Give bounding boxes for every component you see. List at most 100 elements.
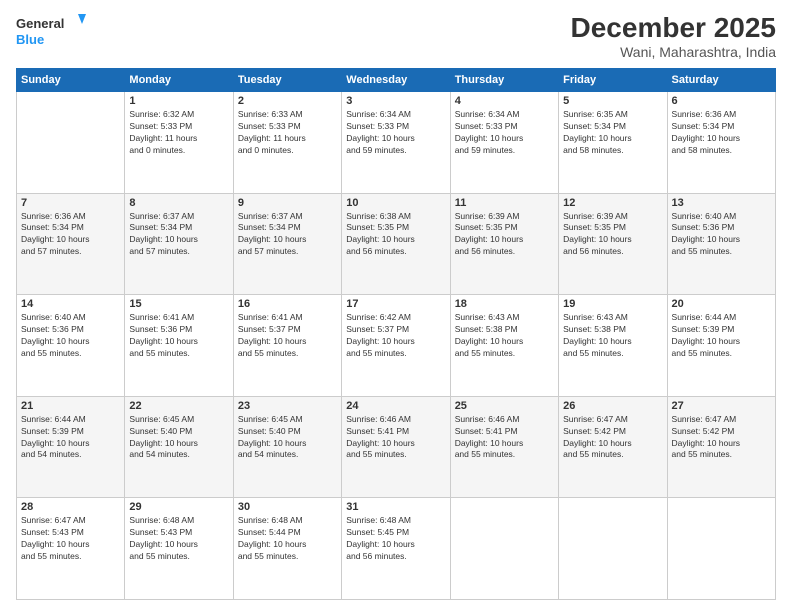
day-cell: 28 Sunrise: 6:47 AMSunset: 5:43 PMDayligh… [17,498,125,600]
day-number: 23 [238,400,337,412]
day-info: Sunrise: 6:45 AMSunset: 5:40 PMDaylight:… [238,414,337,462]
day-cell: 17Sunrise: 6:42 AMSunset: 5:37 PMDayligh… [342,295,450,397]
day-number: 14 [21,298,120,310]
day-cell: 18Sunrise: 6:43 AMSunset: 5:38 PMDayligh… [450,295,558,397]
day-number: 1 [129,95,228,107]
day-info: Sunrise: 6:41 AMSunset: 5:36 PMDaylight:… [129,312,228,360]
day-cell: 9 Sunrise: 6:37 AMSunset: 5:34 PMDaylight… [233,193,341,295]
week-row-3: 21 Sunrise: 6:44 AMSunset: 5:39 PMDayligh… [17,396,776,498]
day-cell: 25 Sunrise: 6:46 AMSunset: 5:41 PMDayligh… [450,396,558,498]
day-cell: 16Sunrise: 6:41 AMSunset: 5:37 PMDayligh… [233,295,341,397]
day-cell: 4Sunrise: 6:34 AMSunset: 5:33 PMDaylight… [450,92,558,194]
day-info: Sunrise: 6:42 AMSunset: 5:37 PMDaylight:… [346,312,445,360]
day-header-friday: Friday [559,69,667,92]
day-cell: 27 Sunrise: 6:47 AMSunset: 5:42 PMDayligh… [667,396,775,498]
day-number: 11 [455,197,554,209]
day-number: 27 [672,400,771,412]
page: General Blue December 2025 Wani, Maharas… [0,0,792,612]
day-info: Sunrise: 6:46 AMSunset: 5:41 PMDaylight:… [346,414,445,462]
day-info: Sunrise: 6:37 AMSunset: 5:34 PMDaylight:… [129,211,228,259]
day-number: 8 [129,197,228,209]
day-header-sunday: Sunday [17,69,125,92]
day-info: Sunrise: 6:44 AMSunset: 5:39 PMDaylight:… [672,312,771,360]
day-cell: 24 Sunrise: 6:46 AMSunset: 5:41 PMDayligh… [342,396,450,498]
day-info: Sunrise: 6:47 AMSunset: 5:42 PMDaylight:… [563,414,662,462]
week-row-0: 1 Sunrise: 6:32 AMSunset: 5:33 PMDaylight… [17,92,776,194]
day-number: 13 [672,197,771,209]
day-info: Sunrise: 6:40 AMSunset: 5:36 PMDaylight:… [672,211,771,259]
day-cell: 3Sunrise: 6:34 AMSunset: 5:33 PMDaylight… [342,92,450,194]
day-number: 5 [563,95,662,107]
day-header-tuesday: Tuesday [233,69,341,92]
day-cell: 7Sunrise: 6:36 AMSunset: 5:34 PMDaylight… [17,193,125,295]
day-info: Sunrise: 6:48 AMSunset: 5:45 PMDaylight:… [346,515,445,563]
day-number: 15 [129,298,228,310]
day-number: 7 [21,197,120,209]
day-info: Sunrise: 6:36 AMSunset: 5:34 PMDaylight:… [672,109,771,157]
day-cell: 19 Sunrise: 6:43 AMSunset: 5:38 PMDayligh… [559,295,667,397]
day-header-monday: Monday [125,69,233,92]
day-info: Sunrise: 6:43 AMSunset: 5:38 PMDaylight:… [563,312,662,360]
day-header-wednesday: Wednesday [342,69,450,92]
day-number: 19 [563,298,662,310]
day-info: Sunrise: 6:37 AMSunset: 5:34 PMDaylight:… [238,211,337,259]
day-cell: 1 Sunrise: 6:32 AMSunset: 5:33 PMDaylight… [125,92,233,194]
day-cell: 14 Sunrise: 6:40 AMSunset: 5:36 PMDayligh… [17,295,125,397]
subtitle: Wani, Maharashtra, India [571,44,776,60]
svg-text:General: General [16,16,64,31]
day-number: 21 [21,400,120,412]
day-number: 26 [563,400,662,412]
day-number: 6 [672,95,771,107]
day-info: Sunrise: 6:40 AMSunset: 5:36 PMDaylight:… [21,312,120,360]
title-block: December 2025 Wani, Maharashtra, India [571,12,776,60]
day-cell: 6 Sunrise: 6:36 AMSunset: 5:34 PMDaylight… [667,92,775,194]
day-info: Sunrise: 6:44 AMSunset: 5:39 PMDaylight:… [21,414,120,462]
day-number: 2 [238,95,337,107]
day-cell: 26 Sunrise: 6:47 AMSunset: 5:42 PMDayligh… [559,396,667,498]
day-info: Sunrise: 6:48 AMSunset: 5:43 PMDaylight:… [129,515,228,563]
day-cell: 20 Sunrise: 6:44 AMSunset: 5:39 PMDayligh… [667,295,775,397]
day-info: Sunrise: 6:34 AMSunset: 5:33 PMDaylight:… [455,109,554,157]
day-cell [450,498,558,600]
day-cell: 29Sunrise: 6:48 AMSunset: 5:43 PMDayligh… [125,498,233,600]
day-header-saturday: Saturday [667,69,775,92]
day-cell: 8 Sunrise: 6:37 AMSunset: 5:34 PMDaylight… [125,193,233,295]
day-number: 25 [455,400,554,412]
day-info: Sunrise: 6:32 AMSunset: 5:33 PMDaylight:… [129,109,228,157]
day-cell: 10 Sunrise: 6:38 AMSunset: 5:35 PMDayligh… [342,193,450,295]
day-cell: 12 Sunrise: 6:39 AMSunset: 5:35 PMDayligh… [559,193,667,295]
day-number: 9 [238,197,337,209]
day-cell: 21 Sunrise: 6:44 AMSunset: 5:39 PMDayligh… [17,396,125,498]
day-cell: 15 Sunrise: 6:41 AMSunset: 5:36 PMDayligh… [125,295,233,397]
day-cell: 31Sunrise: 6:48 AMSunset: 5:45 PMDayligh… [342,498,450,600]
day-cell: 13 Sunrise: 6:40 AMSunset: 5:36 PMDayligh… [667,193,775,295]
day-info: Sunrise: 6:46 AMSunset: 5:41 PMDaylight:… [455,414,554,462]
day-info: Sunrise: 6:47 AMSunset: 5:43 PMDaylight:… [21,515,120,563]
day-number: 18 [455,298,554,310]
day-cell: 5 Sunrise: 6:35 AMSunset: 5:34 PMDaylight… [559,92,667,194]
day-number: 30 [238,501,337,513]
day-cell: 11 Sunrise: 6:39 AMSunset: 5:35 PMDayligh… [450,193,558,295]
logo-svg: General Blue [16,12,86,52]
day-info: Sunrise: 6:47 AMSunset: 5:42 PMDaylight:… [672,414,771,462]
day-cell: 23 Sunrise: 6:45 AMSunset: 5:40 PMDayligh… [233,396,341,498]
day-number: 24 [346,400,445,412]
day-info: Sunrise: 6:39 AMSunset: 5:35 PMDaylight:… [563,211,662,259]
month-title: December 2025 [571,12,776,44]
day-cell [667,498,775,600]
day-number: 28 [21,501,120,513]
day-info: Sunrise: 6:35 AMSunset: 5:34 PMDaylight:… [563,109,662,157]
day-number: 20 [672,298,771,310]
day-number: 22 [129,400,228,412]
day-number: 12 [563,197,662,209]
day-number: 16 [238,298,337,310]
svg-text:Blue: Blue [16,32,44,47]
header-row: SundayMondayTuesdayWednesdayThursdayFrid… [17,69,776,92]
calendar-table: SundayMondayTuesdayWednesdayThursdayFrid… [16,68,776,600]
day-cell: 22Sunrise: 6:45 AMSunset: 5:40 PMDayligh… [125,396,233,498]
day-info: Sunrise: 6:38 AMSunset: 5:35 PMDaylight:… [346,211,445,259]
day-number: 10 [346,197,445,209]
day-cell: 2Sunrise: 6:33 AMSunset: 5:33 PMDaylight… [233,92,341,194]
day-cell [559,498,667,600]
day-info: Sunrise: 6:39 AMSunset: 5:35 PMDaylight:… [455,211,554,259]
